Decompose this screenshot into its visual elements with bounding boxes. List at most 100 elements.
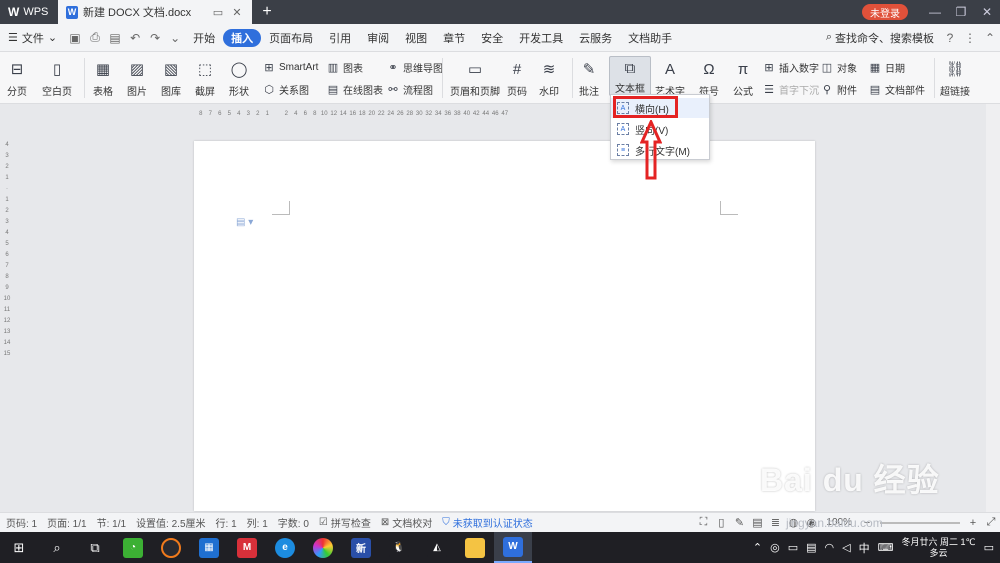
- shape-button[interactable]: ◯ 形状: [228, 58, 250, 98]
- document-page[interactable]: ▤ ▾: [194, 141, 815, 511]
- restore-button[interactable]: ❐: [948, 0, 974, 24]
- zoom-slider[interactable]: [880, 521, 960, 524]
- login-badge[interactable]: 未登录: [862, 4, 908, 20]
- table-button[interactable]: ▦ 表格: [92, 58, 114, 98]
- date-button[interactable]: ▦ 日期: [868, 60, 905, 75]
- tab-cloud[interactable]: 云服务: [571, 29, 620, 47]
- taskbar-app-color[interactable]: [304, 532, 342, 563]
- wps-home-tab[interactable]: W WPS: [0, 0, 58, 24]
- notification-icon[interactable]: ▭: [984, 541, 994, 554]
- zoom-in-icon[interactable]: +: [964, 517, 982, 529]
- taskbar-app-red[interactable]: M: [228, 532, 266, 563]
- taskbar-wps[interactable]: W: [494, 532, 532, 563]
- undo-icon[interactable]: ↶: [125, 28, 145, 48]
- document-tab[interactable]: W 新建 DOCX 文档.docx ▭ ✕: [58, 0, 252, 24]
- read-mode-icon[interactable]: ▯: [712, 516, 730, 529]
- outline-view-icon[interactable]: ≣: [766, 516, 784, 529]
- write-mode-icon[interactable]: ✎: [730, 516, 748, 529]
- comment-button[interactable]: ✎ 批注: [578, 58, 600, 98]
- screenshot-button[interactable]: ⬚ 截屏: [194, 58, 216, 98]
- tray-app-icon[interactable]: ◎: [770, 541, 780, 554]
- doc-parts-button[interactable]: ▤ 文档部件: [868, 82, 925, 97]
- paragraph-layout-icon[interactable]: ▤ ▾: [236, 217, 253, 228]
- taskbar-app-blue[interactable]: ▦: [190, 532, 228, 563]
- new-tab-button[interactable]: +: [252, 0, 282, 24]
- status-pages[interactable]: 页面: 1/1: [47, 515, 86, 530]
- keyboard-icon[interactable]: ⌨: [878, 541, 894, 554]
- taskbar-ie[interactable]: e: [266, 532, 304, 563]
- tab-close-icon[interactable]: ✕: [230, 5, 244, 19]
- relation-chart-button[interactable]: ⬡ 关系图: [262, 82, 309, 97]
- tab-page-layout[interactable]: 页面布局: [261, 29, 321, 47]
- tab-start[interactable]: 开始: [185, 29, 223, 47]
- insert-number-button[interactable]: ⊞ 插入数字: [762, 60, 819, 75]
- tab-reference[interactable]: 引用: [321, 29, 359, 47]
- hyperlink-button[interactable]: ⛓ 超链接: [940, 58, 970, 98]
- horizontal-ruler[interactable]: 8 7 6 5 4 3 2 1 2 4 6 8 10 12 14 16 18 2…: [196, 108, 816, 120]
- picture-button[interactable]: ▨ 图片: [126, 58, 148, 98]
- tray-expand-icon[interactable]: ⌃: [753, 541, 762, 554]
- fullscreen-icon[interactable]: ⛶: [694, 516, 712, 529]
- doc-proof-button[interactable]: ⊠ 文档校对: [381, 515, 432, 530]
- header-footer-button[interactable]: ▭ 页眉和页脚: [450, 58, 500, 98]
- wordart-button[interactable]: A 艺术字: [655, 58, 685, 99]
- taskbar-file-explorer[interactable]: [456, 532, 494, 563]
- attachment-button[interactable]: ⚲ 附件: [820, 82, 857, 97]
- vertical-ruler[interactable]: 4 3 2 1 · 1 2 3 4 5 6 7 8 9 10 11 12 13 …: [2, 140, 12, 510]
- redo-icon[interactable]: ↷: [145, 28, 165, 48]
- status-words[interactable]: 字数: 0: [278, 515, 309, 530]
- watermark-button[interactable]: ≋ 水印: [538, 58, 560, 98]
- taskbar-app-fox[interactable]: ◭: [418, 532, 456, 563]
- auth-status[interactable]: ⛉ 未获取到认证状态: [442, 515, 533, 530]
- chart-button[interactable]: ▥ 图表: [326, 60, 363, 75]
- volume-icon[interactable]: ◁: [842, 541, 850, 554]
- smartart-button[interactable]: ⊞ SmartArt: [262, 60, 318, 74]
- task-view-icon[interactable]: ⧉: [76, 532, 114, 563]
- page-view-icon[interactable]: ▤: [748, 516, 766, 529]
- tab-pin-icon[interactable]: ▭: [211, 5, 225, 19]
- object-button[interactable]: ◫ 对象: [820, 60, 857, 75]
- symbol-button[interactable]: Ω 符号: [698, 58, 720, 99]
- search-icon[interactable]: ⌕: [38, 532, 76, 563]
- flowchart-button[interactable]: ⚯ 流程图: [386, 82, 433, 97]
- tab-section[interactable]: 章节: [435, 29, 473, 47]
- battery-icon[interactable]: ▭: [788, 541, 798, 554]
- online-chart-button[interactable]: ▤ 在线图表: [326, 82, 383, 97]
- close-button[interactable]: ✕: [974, 0, 1000, 24]
- tab-view[interactable]: 视图: [397, 29, 435, 47]
- ime-indicator[interactable]: 中: [859, 540, 870, 556]
- spell-check-button[interactable]: ☑ 拼写检查: [319, 515, 371, 530]
- collapse-ribbon-icon[interactable]: ⌃: [980, 28, 1000, 48]
- print-icon[interactable]: ⎙: [85, 28, 105, 48]
- textbox-button[interactable]: ⧉ 文本框: [609, 56, 651, 96]
- fit-width-icon[interactable]: ⤢: [982, 516, 1000, 529]
- tab-security[interactable]: 安全: [473, 29, 511, 47]
- tab-doc-assistant[interactable]: 文档助手: [620, 29, 680, 47]
- command-search[interactable]: ⌕ 查找命令、搜索模板: [826, 30, 940, 46]
- file-menu[interactable]: ☰ 文件 ⌄: [0, 30, 65, 46]
- blank-page-button[interactable]: ▯ 空白页: [42, 58, 72, 98]
- windows-start-icon[interactable]: ⊞: [0, 532, 38, 563]
- taskbar-app-news[interactable]: 新: [342, 532, 380, 563]
- network-icon[interactable]: ▤: [806, 541, 816, 554]
- help-icon[interactable]: ?: [940, 28, 960, 48]
- formula-button[interactable]: π 公式: [732, 58, 754, 99]
- wifi-icon[interactable]: ◠: [825, 541, 835, 554]
- dropcap-button[interactable]: ☰ 首字下沉: [762, 82, 819, 97]
- taskbar-qq[interactable]: 🐧: [380, 532, 418, 563]
- more-icon[interactable]: ⋮: [960, 28, 980, 48]
- vertical-scrollbar[interactable]: [986, 104, 1000, 512]
- save-icon[interactable]: ▣: [65, 28, 85, 48]
- gallery-button[interactable]: ▧ 图库: [160, 58, 182, 98]
- taskbar-wechat[interactable]: ◔: [114, 532, 152, 563]
- taskbar-app-orange[interactable]: [152, 532, 190, 563]
- print-preview-icon[interactable]: ▤: [105, 28, 125, 48]
- quick-access-more-icon[interactable]: ⌄: [165, 28, 185, 48]
- page-break-button[interactable]: ⊟ 分页: [6, 58, 28, 98]
- tab-developer[interactable]: 开发工具: [511, 29, 571, 47]
- mindmap-button[interactable]: ⚭ 思维导图: [386, 60, 443, 75]
- minimize-button[interactable]: —: [922, 0, 948, 24]
- tab-review[interactable]: 审阅: [359, 29, 397, 47]
- page-number-button[interactable]: # 页码: [506, 58, 528, 99]
- tab-insert[interactable]: 插入: [223, 28, 262, 47]
